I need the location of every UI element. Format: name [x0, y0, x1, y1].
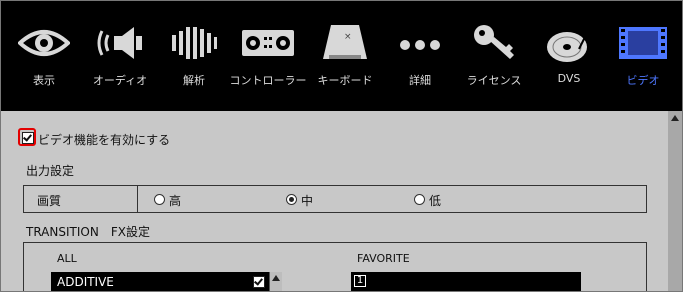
- panel-scrollbar[interactable]: [668, 111, 682, 291]
- enable-video-checkbox[interactable]: [22, 132, 34, 144]
- preferences-window: 表示 オーディオ 解析 コントローラー × キーボード 詳細 ライセンス DVS…: [0, 0, 683, 292]
- tab-audio[interactable]: オーディオ: [87, 1, 153, 101]
- tab-video[interactable]: ビデオ: [610, 1, 676, 101]
- tab-controller[interactable]: コントローラー: [229, 1, 307, 101]
- list-item[interactable]: ADDITIVE: [57, 275, 114, 289]
- keyboard-key-icon: ×: [323, 25, 367, 59]
- quality-low-label: 低: [429, 194, 442, 208]
- quality-low-radio[interactable]: [414, 194, 425, 205]
- transition-fx-heading: TRANSITION FX設定: [26, 225, 150, 239]
- svg-text:×: ×: [344, 32, 352, 42]
- waveform-icon: [172, 27, 217, 59]
- key-icon: [474, 25, 514, 59]
- tab-license-label: ライセンス: [466, 74, 522, 87]
- all-header: ALL: [57, 252, 77, 265]
- controller-icon: [242, 30, 294, 56]
- tab-display-label: 表示: [33, 74, 55, 87]
- preferences-toolbar: 表示 オーディオ 解析 コントローラー × キーボード 詳細 ライセンス DVS…: [1, 1, 682, 111]
- tab-analysis-label: 解析: [183, 74, 205, 87]
- tab-advanced[interactable]: 詳細: [387, 1, 453, 101]
- tab-analysis[interactable]: 解析: [161, 1, 227, 101]
- scroll-up-arrow-icon[interactable]: [671, 115, 679, 121]
- output-settings-heading: 出力設定: [26, 164, 75, 178]
- turntable-icon: [547, 28, 589, 62]
- tab-license[interactable]: ライセンス: [461, 1, 527, 101]
- favorite-header: FAVORITE: [357, 252, 410, 265]
- quality-high-radio[interactable]: [154, 194, 165, 205]
- film-icon: [619, 27, 667, 59]
- scroll-up-arrow-icon[interactable]: [272, 275, 280, 281]
- video-settings-panel: ビデオ機能を有効にする 出力設定 画質 高 中 低 TRANSITION FX設…: [1, 111, 682, 291]
- list-item[interactable]: 1: [354, 275, 366, 287]
- tab-display[interactable]: 表示: [11, 1, 77, 101]
- more-dots-icon: [400, 40, 440, 50]
- favorite-fx-list[interactable]: 1: [351, 272, 581, 291]
- tab-dvs-label: DVS: [557, 72, 581, 85]
- tab-controller-label: コントローラー: [229, 74, 307, 87]
- quality-medium-radio[interactable]: [286, 194, 297, 205]
- quality-label: 画質: [37, 194, 62, 208]
- quality-divider: [137, 186, 138, 212]
- quality-high-label: 高: [169, 194, 182, 208]
- tab-audio-label: オーディオ: [92, 74, 148, 87]
- eye-icon: [18, 30, 70, 56]
- tab-video-label: ビデオ: [626, 74, 660, 87]
- tab-dvs[interactable]: DVS: [536, 1, 602, 101]
- quality-row: 画質 高 中 低: [23, 185, 647, 213]
- all-list-scrollbar[interactable]: [269, 272, 282, 291]
- all-fx-list[interactable]: ADDITIVE: [51, 272, 269, 291]
- tab-keyboard-label: キーボード: [317, 74, 373, 87]
- tab-advanced-label: 詳細: [409, 74, 431, 87]
- additive-checkbox[interactable]: [253, 276, 265, 288]
- enable-video-label: ビデオ機能を有効にする: [38, 133, 171, 147]
- tab-keyboard[interactable]: × キーボード: [310, 1, 380, 101]
- quality-medium-label: 中: [301, 194, 314, 208]
- speaker-icon: [97, 27, 142, 59]
